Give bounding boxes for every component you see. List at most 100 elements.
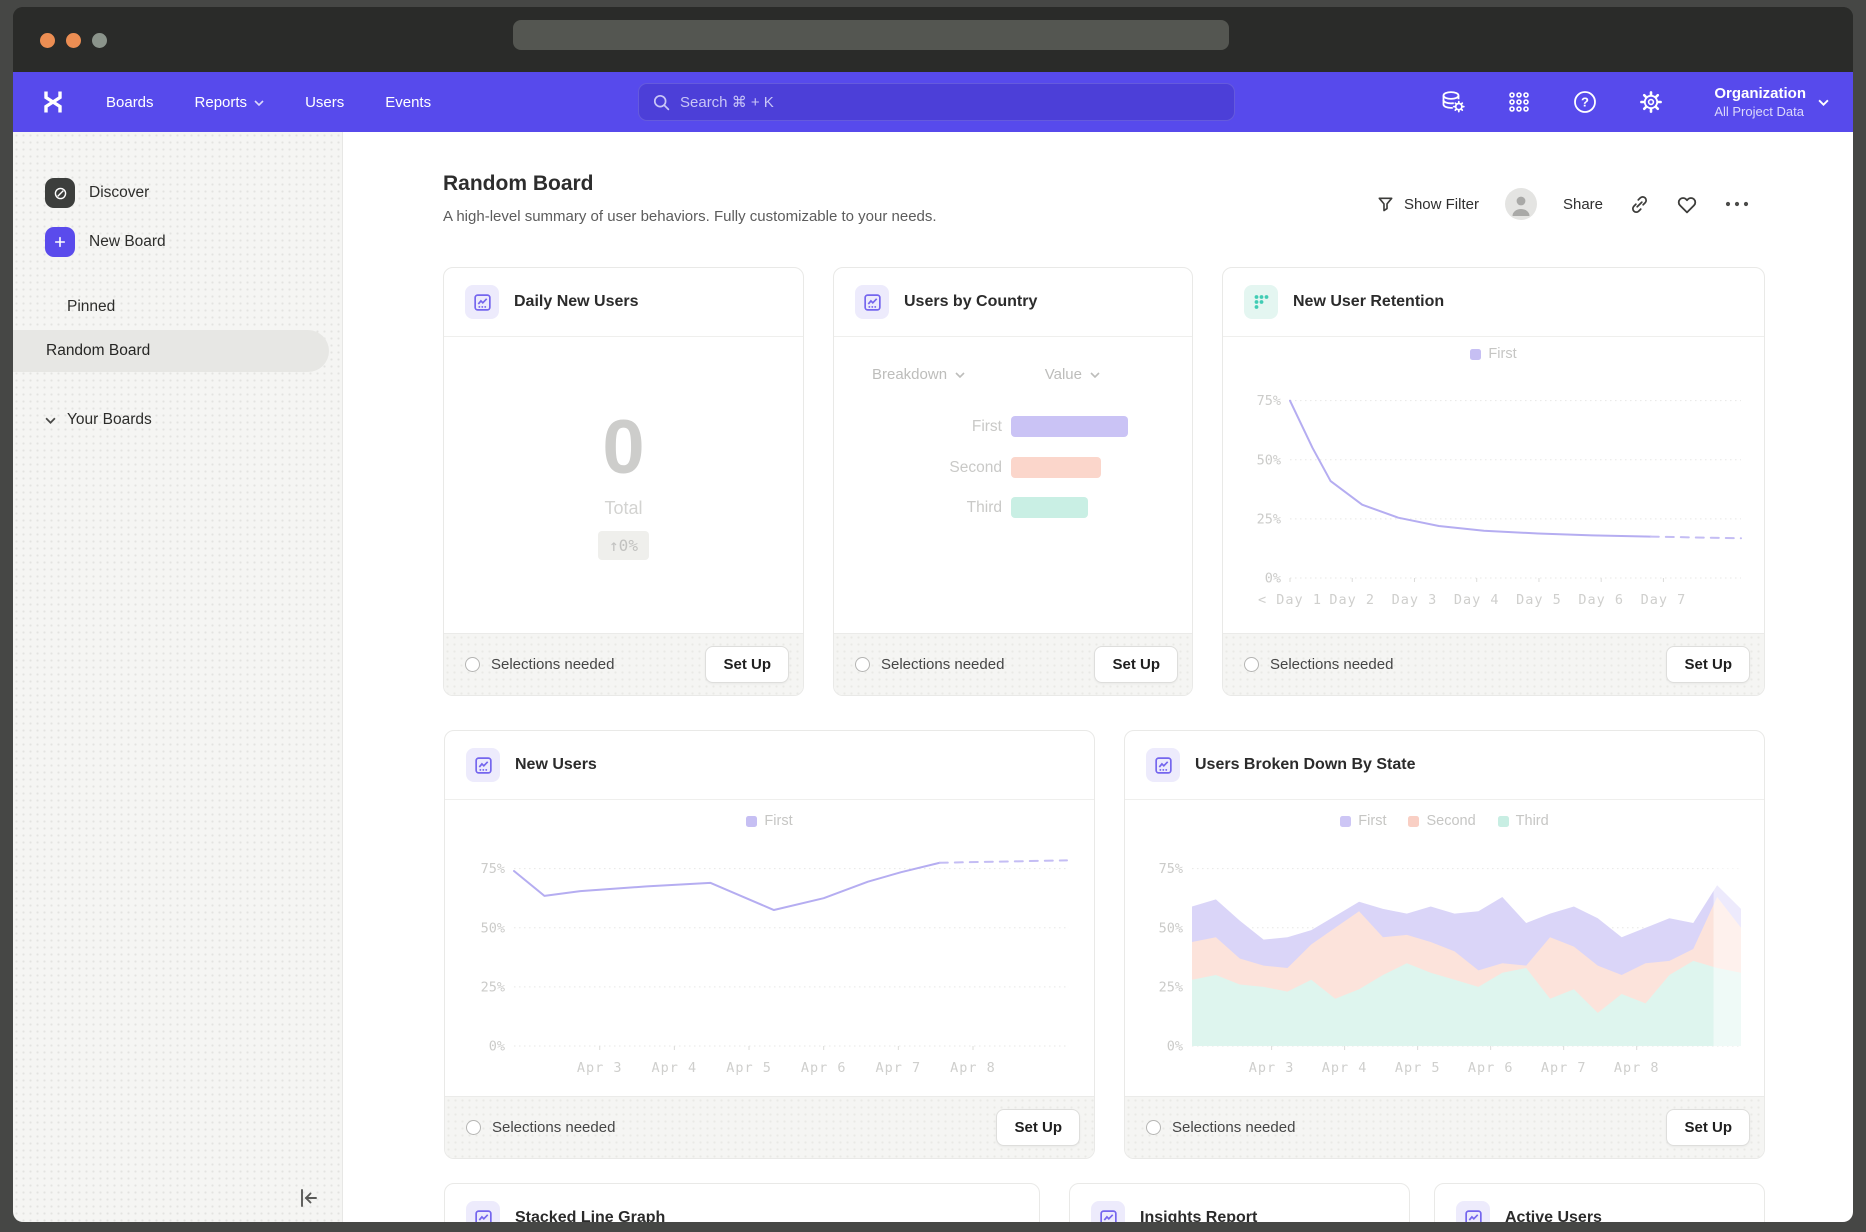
sidebar-item-new-board[interactable]: New Board — [45, 227, 166, 257]
mixpanel-logo-icon[interactable] — [40, 89, 66, 115]
svg-text:75%: 75% — [481, 861, 505, 877]
set-up-button[interactable]: Set Up — [1666, 646, 1750, 683]
svg-text:Day 6: Day 6 — [1578, 592, 1624, 608]
data-management-icon[interactable] — [1438, 87, 1468, 117]
settings-gear-icon[interactable] — [1636, 87, 1666, 117]
line-chart-icon — [465, 285, 499, 319]
svg-text:Apr 4: Apr 4 — [1322, 1060, 1368, 1076]
traffic-light-minimize-icon[interactable] — [66, 33, 81, 48]
card-title: Users Broken Down By State — [1195, 756, 1416, 774]
app-body: Discover New Board Pinned Random Board — [13, 132, 1853, 1222]
legend-swatch — [1498, 816, 1509, 827]
nav-items: Boards Reports Users Events — [106, 94, 431, 111]
copy-link-icon[interactable] — [1629, 194, 1650, 215]
page-actions: Show Filter Share — [1376, 188, 1750, 220]
nav-item-boards[interactable]: Boards — [106, 94, 154, 111]
navbar-right: ? Organization All P — [1438, 72, 1829, 132]
discover-compass-icon — [45, 178, 75, 208]
svg-text:Apr 8: Apr 8 — [1614, 1060, 1660, 1076]
breakdown-row: Third — [834, 497, 1088, 518]
sidebar-section-pinned[interactable]: Pinned — [45, 298, 115, 316]
card-active-users: Active Users — [1434, 1183, 1765, 1222]
svg-text:Apr 7: Apr 7 — [876, 1060, 922, 1076]
funnel-icon — [1376, 194, 1395, 214]
line-chart-icon — [466, 748, 500, 782]
show-filter-button[interactable]: Show Filter — [1376, 194, 1479, 214]
svg-text:Day 2: Day 2 — [1329, 592, 1375, 608]
card-insights-report: Insights Report — [1069, 1183, 1410, 1222]
legend-swatch — [1470, 349, 1481, 360]
avatar[interactable] — [1505, 188, 1537, 220]
value-dropdown[interactable]: Value — [1045, 366, 1100, 383]
legend-item: First — [1340, 813, 1386, 829]
chart-legend: FirstSecondThird — [1125, 813, 1764, 829]
legend-item: First — [746, 813, 792, 829]
svg-text:Day 4: Day 4 — [1454, 592, 1500, 608]
nav-item-events[interactable]: Events — [385, 94, 431, 111]
app-window: Boards Reports Users Events Search ⌘ + K — [13, 7, 1853, 1222]
share-button[interactable]: Share — [1563, 196, 1603, 213]
status-radio-icon — [855, 657, 870, 672]
svg-text:25%: 25% — [481, 979, 505, 995]
svg-text:Apr 5: Apr 5 — [1395, 1060, 1441, 1076]
breakdown-bar — [1011, 416, 1128, 437]
card-title: Insights Report — [1140, 1209, 1257, 1222]
sidebar-item-random-board[interactable]: Random Board — [13, 330, 329, 372]
svg-text:Apr 3: Apr 3 — [577, 1060, 623, 1076]
chevron-down-icon — [254, 100, 264, 106]
apps-grid-icon[interactable] — [1504, 87, 1534, 117]
search-input[interactable]: Search ⌘ + K — [638, 83, 1235, 121]
sidebar-section-your-boards[interactable]: Your Boards — [45, 411, 152, 429]
favorite-heart-icon[interactable] — [1676, 194, 1698, 215]
help-icon[interactable]: ? — [1570, 87, 1600, 117]
line-chart-icon — [1456, 1201, 1490, 1222]
chevron-down-icon — [45, 304, 56, 311]
traffic-light-zoom-icon[interactable] — [92, 33, 107, 48]
svg-text:0%: 0% — [1167, 1039, 1183, 1055]
svg-text:Apr 5: Apr 5 — [726, 1060, 772, 1076]
svg-text:25%: 25% — [1159, 979, 1183, 995]
breakdown-dropdown[interactable]: Breakdown — [872, 366, 965, 383]
card-footer: Selections needed Set Up — [444, 633, 803, 695]
card-title: Daily New Users — [514, 293, 639, 311]
card-stacked-line-graph: Stacked Line Graph — [444, 1183, 1040, 1222]
legend-item: Third — [1498, 813, 1549, 829]
card-footer: Selections needed Set Up — [834, 633, 1192, 695]
svg-text:75%: 75% — [1159, 861, 1183, 877]
chevron-down-icon — [1818, 99, 1829, 106]
svg-text:Apr 4: Apr 4 — [652, 1060, 698, 1076]
chevron-down-icon — [45, 417, 56, 424]
sidebar: Discover New Board Pinned Random Board — [13, 132, 343, 1222]
traffic-light-close-icon[interactable] — [40, 33, 55, 48]
kpi-empty-state: 0 Total ↑0% — [444, 337, 803, 633]
more-options-icon[interactable] — [1724, 200, 1750, 208]
nav-item-users[interactable]: Users — [305, 94, 344, 111]
breakdown-row: Second — [834, 457, 1101, 478]
card-new-user-retention: New User Retention First 75%50%25%0%< Da… — [1222, 267, 1765, 696]
new-users-chart: 75%50%25%0%Apr 3Apr 4Apr 5Apr 6Apr 7Apr … — [459, 831, 1081, 1086]
set-up-button[interactable]: Set Up — [996, 1109, 1080, 1146]
org-switcher[interactable]: Organization All Project Data — [1714, 84, 1829, 120]
svg-text:Day 5: Day 5 — [1516, 592, 1562, 608]
svg-text:Apr 6: Apr 6 — [801, 1060, 847, 1076]
set-up-button[interactable]: Set Up — [705, 646, 789, 683]
address-bar[interactable] — [513, 20, 1229, 50]
svg-text:50%: 50% — [481, 920, 505, 936]
sidebar-item-discover[interactable]: Discover — [45, 178, 149, 208]
card-title: Stacked Line Graph — [515, 1209, 665, 1222]
status-radio-icon — [1146, 1120, 1161, 1135]
legend-swatch — [1408, 816, 1419, 827]
svg-text:?: ? — [1581, 95, 1589, 110]
card-title: Users by Country — [904, 293, 1037, 311]
set-up-button[interactable]: Set Up — [1666, 1109, 1750, 1146]
svg-text:75%: 75% — [1257, 393, 1281, 409]
set-up-button[interactable]: Set Up — [1094, 646, 1178, 683]
card-footer: Selections needed Set Up — [1125, 1096, 1764, 1158]
svg-text:Apr 3: Apr 3 — [1249, 1060, 1295, 1076]
legend-swatch — [746, 816, 757, 827]
svg-text:Day 7: Day 7 — [1641, 592, 1687, 608]
nav-item-reports[interactable]: Reports — [195, 94, 265, 111]
svg-text:Apr 6: Apr 6 — [1468, 1060, 1514, 1076]
org-name: Organization — [1714, 84, 1806, 103]
collapse-sidebar-icon[interactable] — [295, 1185, 321, 1211]
